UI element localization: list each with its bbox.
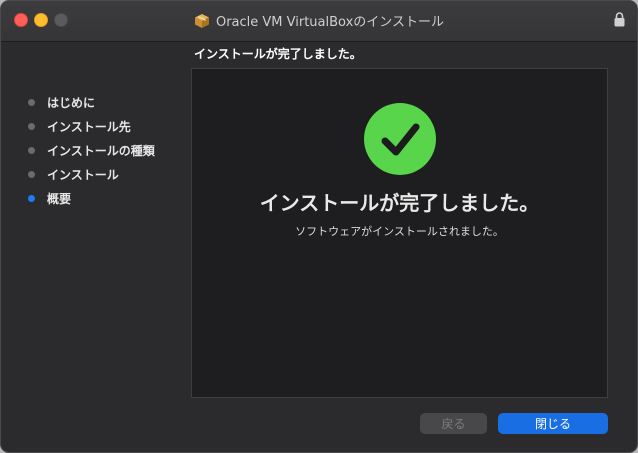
back-button[interactable]: 戻る [420,413,487,434]
step-label: インストール [47,167,119,182]
installer-steps: はじめに インストール先 インストールの種類 インストール 概要 [28,90,155,210]
step-bullet [28,122,35,130]
step-item-summary: 概要 [28,186,155,210]
title-bar[interactable]: Oracle VM VirtualBoxのインストール [1,1,637,42]
page-subtitle: インストールが完了しました。 [194,47,362,61]
checkmark-icon [364,103,436,175]
window-title: Oracle VM VirtualBoxのインストール [215,15,445,30]
content-panel: インストールが完了しました。 ソフトウェアがインストールされました。 [191,68,608,398]
lock-icon [614,12,625,27]
close-button[interactable]: 閉じる [498,413,608,434]
installer-window: Oracle VM VirtualBoxのインストール インストールが完了しまし… [0,0,638,453]
step-label: 概要 [47,191,72,206]
step-item-install-type: インストールの種類 [28,138,155,162]
completion-description: ソフトウェアがインストールされました。 [295,225,504,238]
step-bullet [28,98,35,106]
window-title-group: Oracle VM VirtualBoxのインストール [1,11,637,30]
step-bullet-active [28,194,35,202]
step-label: はじめに [47,95,96,110]
step-label: インストールの種類 [47,143,155,158]
package-icon [194,13,209,28]
step-item-destination: インストール先 [28,114,155,138]
step-item-install: インストール [28,162,155,186]
completion-heading: インストールが完了しました。 [259,191,540,215]
step-label: インストール先 [47,119,131,134]
step-bullet [28,170,35,178]
step-bullet [28,146,35,154]
step-item-intro: はじめに [28,90,155,114]
